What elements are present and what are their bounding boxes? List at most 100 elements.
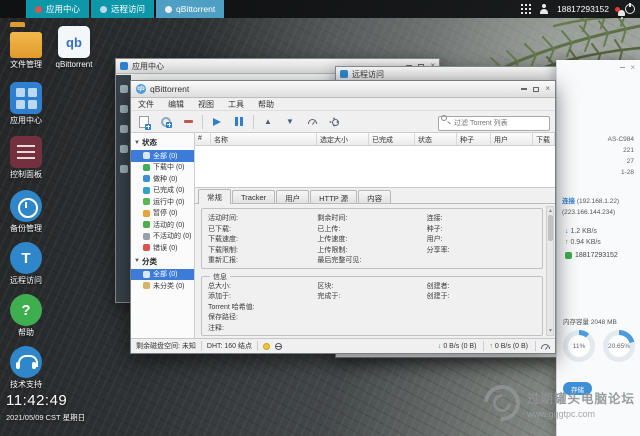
close-icon[interactable]: ×: [545, 86, 550, 92]
delete-button[interactable]: [180, 114, 196, 130]
qbittorrent-window[interactable]: qb qBittorrent × 文件 编辑 视图 工具 帮助 ▲ ▼: [130, 80, 556, 354]
pause-button[interactable]: [231, 114, 247, 130]
desktop-icon-control-panel[interactable]: 控制面板: [2, 136, 50, 179]
column-size[interactable]: 选定大小: [317, 133, 369, 145]
network-icon[interactable]: [275, 343, 282, 350]
column-name[interactable]: 名称: [211, 133, 317, 145]
window-titlebar[interactable]: qb qBittorrent ×: [131, 81, 555, 98]
status-filter-header[interactable]: ▼状态: [131, 135, 194, 150]
apps-grid-icon[interactable]: [521, 4, 531, 14]
qbittorrent-icon: qb: [58, 26, 90, 58]
memory-capacity: 内存容量 2048 MB: [563, 316, 617, 326]
desktop-icon-backup[interactable]: 备份管理: [2, 190, 50, 233]
filter-seeding[interactable]: 做种 (0): [131, 173, 194, 185]
scrollbar[interactable]: ▲ ▼: [546, 206, 554, 336]
column-peers[interactable]: 用户: [491, 133, 533, 145]
desktop-icon-qbittorrent[interactable]: qb qBittorrent: [50, 26, 98, 69]
remote-access-icon: [340, 70, 348, 78]
filter-paused[interactable]: 暂停 (0): [131, 208, 194, 220]
torrent-list[interactable]: [195, 146, 555, 189]
tab-general[interactable]: 常规: [198, 189, 231, 204]
taskbar-item-appcenter[interactable]: 应用中心: [26, 0, 89, 18]
column-download[interactable]: 下载: [533, 133, 555, 145]
desktop-icon-appcenter[interactable]: 应用中心: [2, 82, 50, 125]
active-icon: [143, 221, 150, 228]
desktop-icon-remote-access[interactable]: T 远程访问: [2, 242, 50, 285]
filter-running[interactable]: 运行中 (0): [131, 196, 194, 208]
filter-completed[interactable]: 已完成 (0): [131, 185, 194, 197]
column-status[interactable]: 状态: [415, 133, 457, 145]
connection-info: 连接 (192.168.1.22) (223.166.144.234): [562, 196, 636, 218]
field-label: 总大小:: [208, 281, 317, 292]
category-filter-header[interactable]: ▼分类: [131, 254, 194, 269]
free-disk-space: 剩余磁盘空间: 未知: [131, 341, 196, 351]
column-done[interactable]: 已完成: [369, 133, 415, 145]
desktop-icon-help[interactable]: ? 帮助: [2, 294, 50, 337]
pause-icon: [235, 117, 243, 126]
desktop-icon-support[interactable]: 技术支持: [2, 346, 50, 389]
speed-limit-button[interactable]: [304, 114, 320, 130]
wan-ip: (223.166.144.234): [562, 209, 615, 216]
headset-icon: [10, 346, 42, 378]
maximize-icon[interactable]: [533, 87, 539, 92]
desktop-icon-file-manager[interactable]: 文件管理: [2, 26, 50, 69]
global-upload-speed: 0 B/s (0 B): [493, 343, 530, 350]
category-uncategorized[interactable]: 未分类 (0): [131, 280, 194, 292]
taskbar-item-remote-access[interactable]: 远程访问: [91, 0, 154, 18]
qbittorrent-icon: qb: [136, 84, 146, 94]
add-link-button[interactable]: [158, 114, 174, 130]
connection-status-icon[interactable]: [263, 343, 270, 350]
filter-inactive[interactable]: 不活动的 (0): [131, 231, 194, 243]
menu-file[interactable]: 文件: [131, 99, 161, 110]
tab-peers[interactable]: 用户: [276, 190, 309, 203]
network-speeds: ↓ 1.2 KB/s ↑ 0.94 KB/s: [565, 226, 601, 248]
taskbar-item-qbittorrent[interactable]: qBittorrent: [156, 0, 224, 18]
field-label: 种子:: [427, 224, 536, 235]
queue-down-button[interactable]: ▼: [282, 114, 298, 130]
appcenter-sidebar[interactable]: [116, 75, 131, 302]
menu-tools[interactable]: 工具: [221, 99, 251, 110]
field-label: 重新汇报:: [208, 255, 317, 266]
scroll-up-icon[interactable]: ▲: [548, 208, 553, 214]
filter-downloading[interactable]: 下载中 (0): [131, 162, 194, 174]
menu-bar: 文件 编辑 视图 工具 帮助: [131, 98, 555, 111]
column-number[interactable]: #: [195, 133, 211, 145]
scrollbar-thumb[interactable]: [548, 215, 553, 241]
power-icon[interactable]: [625, 4, 635, 14]
filter-all[interactable]: 全部 (0): [131, 150, 194, 162]
filter-errored[interactable]: 错误 (0): [131, 242, 194, 254]
filter-input[interactable]: [438, 116, 550, 131]
watermark-url: www.gqgtpc.com: [527, 409, 635, 419]
category-all[interactable]: 全部 (0): [131, 269, 194, 281]
scroll-down-icon[interactable]: ▼: [548, 328, 553, 334]
resume-button[interactable]: [209, 114, 225, 130]
alt-speed-icon[interactable]: [541, 344, 550, 349]
memory-gauge-value: 20.65%: [608, 343, 630, 350]
add-torrent-button[interactable]: [136, 114, 152, 130]
desktop-icon-label: 备份管理: [2, 224, 50, 233]
queue-up-button[interactable]: ▲: [260, 114, 276, 130]
tab-http-sources[interactable]: HTTP 源: [310, 190, 357, 203]
user-icon[interactable]: [539, 4, 549, 14]
tab-trackers[interactable]: Tracker: [232, 190, 275, 203]
information-groupbox: 信息 总大小: 区块: 创建者: 添加于: 完成于: 创建于: Torrent …: [201, 276, 543, 337]
panel-minimize-icon[interactable]: [620, 67, 625, 69]
panel-close-icon[interactable]: ×: [630, 63, 635, 72]
phone-icon: [565, 252, 572, 259]
menu-view[interactable]: 视图: [191, 99, 221, 110]
minimize-icon[interactable]: [521, 88, 527, 90]
filter-active[interactable]: 活动的 (0): [131, 219, 194, 231]
desktop-icon-label: 技术支持: [2, 380, 50, 389]
menu-edit[interactable]: 编辑: [161, 99, 191, 110]
all-icon: [143, 152, 150, 159]
menu-help[interactable]: 帮助: [251, 99, 281, 110]
download-speed: 1.2 KB/s: [570, 228, 596, 235]
user-phone: 18817293152: [557, 4, 609, 14]
chevron-down-icon: ▼: [134, 258, 140, 264]
qbittorrent-icon: [165, 6, 172, 13]
field-label: 下载速度:: [208, 234, 317, 245]
tab-content[interactable]: 内容: [358, 190, 391, 203]
options-button[interactable]: [326, 114, 342, 130]
column-seeds[interactable]: 种子: [457, 133, 491, 145]
clock-time: 11:42:49: [6, 392, 85, 409]
